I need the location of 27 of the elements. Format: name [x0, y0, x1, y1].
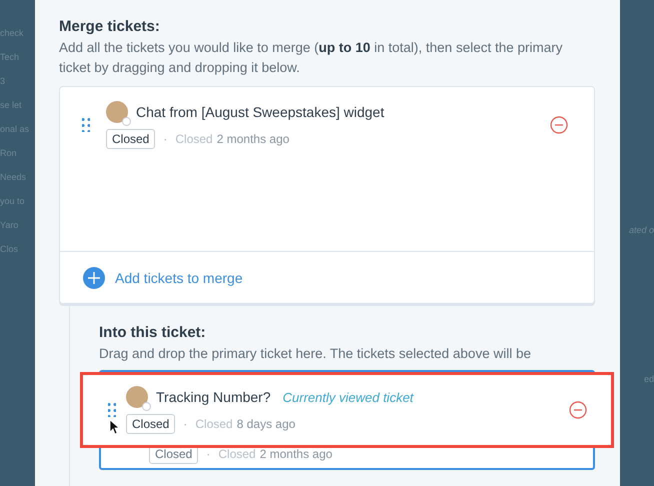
section-title: Merge tickets: [59, 18, 161, 35]
section-description: Add all the tickets you would like to merge (up to 10 in total), then select the primary ticket by dragging and dropping it below. [59, 39, 564, 77]
section-description: Drag and drop the primary ticket here. The tickets selected above will be [99, 345, 532, 363]
status-tag: Closed [126, 414, 176, 434]
ticket-time: 2 months ago [216, 132, 290, 146]
plus-icon [83, 266, 105, 288]
remove-icon[interactable] [569, 401, 587, 419]
separator-dot: · [183, 417, 188, 431]
ticket-subject[interactable]: Chat from [August Sweepstakes] widget [136, 104, 384, 120]
drag-handle-icon[interactable] [82, 118, 90, 132]
dragged-ticket-card[interactable]: Tracking Number? Currently viewed ticket Closed · Closed 8 days ago [80, 372, 614, 448]
drag-handle-icon[interactable] [108, 403, 116, 417]
section-title: Into this ticket: [99, 324, 207, 341]
avatar [126, 386, 148, 408]
separator-dot: · [206, 447, 210, 461]
ticket-subject[interactable]: Tracking Number? [156, 389, 271, 405]
status-tag: Closed [106, 129, 156, 149]
cursor-icon [109, 419, 119, 435]
separator-dot: · [163, 132, 168, 146]
ticket-time: 8 days ago [236, 417, 296, 431]
current-ticket-note: Currently viewed ticket [282, 390, 414, 404]
closed-label: Closed [218, 447, 256, 461]
avatar [106, 101, 128, 123]
closed-label: Closed [195, 417, 233, 431]
remove-icon[interactable] [550, 116, 568, 134]
closed-label: Closed [175, 132, 213, 146]
ticket-time: 2 months ago [260, 447, 332, 461]
